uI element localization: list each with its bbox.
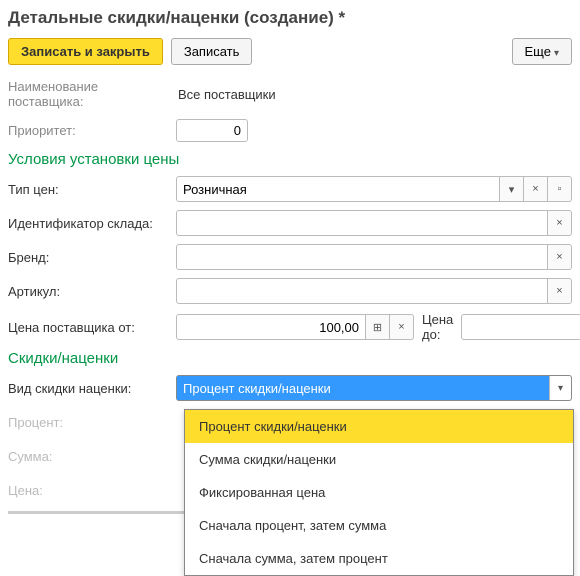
price-type-input[interactable] [176, 176, 500, 202]
brand-label: Бренд: [8, 250, 176, 265]
discount-type-value: Процент скидки/наценки [177, 376, 549, 400]
more-button[interactable]: Еще [512, 38, 572, 65]
article-clear-button[interactable]: × [548, 278, 572, 304]
save-button[interactable]: Записать [171, 38, 253, 65]
price-from-clear-button[interactable]: × [390, 314, 414, 340]
supplier-name-value: Все поставщики [176, 84, 278, 105]
article-input[interactable] [176, 278, 548, 304]
discount-type-label: Вид скидки наценки: [8, 381, 176, 396]
dropdown-option[interactable]: Сначала процент, затем сумма [185, 509, 573, 542]
toolbar: Записать и закрыть Записать Еще [8, 38, 572, 65]
price-type-label: Тип цен: [8, 182, 176, 197]
warehouse-id-label: Идентификатор склада: [8, 216, 176, 231]
brand-input[interactable] [176, 244, 548, 270]
dropdown-option[interactable]: Фиксированная цена [185, 476, 573, 509]
brand-clear-button[interactable]: × [548, 244, 572, 270]
dropdown-option[interactable]: Сначала сумма, затем процент [185, 542, 573, 575]
price-label: Цена: [8, 483, 176, 498]
priority-label: Приоритет: [8, 123, 176, 138]
discount-type-combo[interactable]: Процент скидки/наценки ▾ [176, 375, 572, 401]
article-label: Артикул: [8, 284, 176, 299]
price-to-label: Цена до: [414, 312, 461, 342]
dropdown-option[interactable]: Процент скидки/наценки [185, 410, 573, 443]
sum-label: Сумма: [8, 449, 176, 464]
section-discounts: Скидки/наценки [8, 350, 572, 367]
supplier-name-label: Наименование поставщика: [8, 79, 176, 109]
price-from-calendar-icon[interactable]: ⊞ [366, 314, 390, 340]
save-close-button[interactable]: Записать и закрыть [8, 38, 163, 65]
percent-label: Процент: [8, 415, 176, 430]
window-title: Детальные скидки/наценки (создание) * [8, 8, 572, 28]
dropdown-option[interactable]: Сумма скидки/наценки [185, 443, 573, 476]
warehouse-id-input[interactable] [176, 210, 548, 236]
price-to-input[interactable] [461, 314, 580, 340]
warehouse-id-clear-button[interactable]: × [548, 210, 572, 236]
discount-type-dropdown-button[interactable]: ▾ [549, 376, 571, 400]
priority-input[interactable] [176, 119, 248, 142]
more-label: Еще [525, 44, 551, 59]
discount-type-dropdown: Процент скидки/наценки Сумма скидки/наце… [184, 409, 574, 576]
section-price-conditions: Условия установки цены [8, 151, 572, 168]
chevron-down-icon [554, 44, 559, 59]
price-type-open-button[interactable]: ▫ [548, 176, 572, 202]
price-type-dropdown-button[interactable]: ▾ [500, 176, 524, 202]
price-from-input[interactable] [176, 314, 366, 340]
price-type-clear-button[interactable]: × [524, 176, 548, 202]
supplier-price-from-label: Цена поставщика от: [8, 320, 176, 335]
